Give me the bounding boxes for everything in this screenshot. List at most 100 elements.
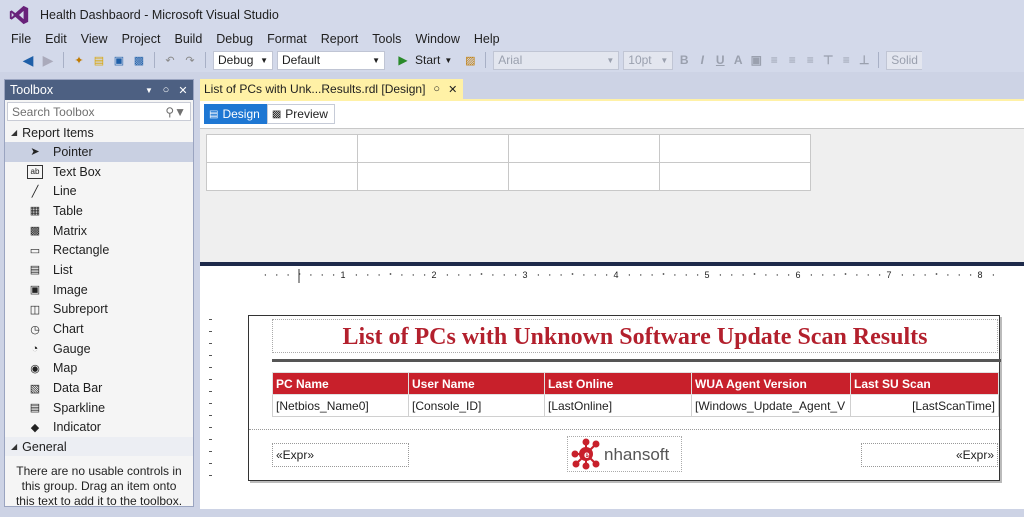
- ruler-tick: [287, 274, 289, 276]
- tool-line[interactable]: ╱ Line: [5, 181, 193, 201]
- align-left-icon[interactable]: ≡: [767, 53, 781, 67]
- grid-cell[interactable]: [357, 162, 509, 191]
- tool-map[interactable]: ◉ Map: [5, 359, 193, 379]
- menu-tools[interactable]: Tools: [365, 30, 408, 48]
- solution-configuration-select[interactable]: Debug ▼: [213, 50, 273, 70]
- pin-icon[interactable]: ○: [433, 83, 440, 95]
- enhansoft-logo-icon: e nhansoft: [571, 438, 669, 470]
- column-header-last-online[interactable]: Last Online: [544, 372, 692, 395]
- align-top-icon[interactable]: ⊤: [821, 53, 835, 67]
- empty-group-message[interactable]: There are no usable controls in this gro…: [5, 456, 193, 517]
- footer-expression-right[interactable]: «Expr»: [861, 443, 998, 467]
- close-icon[interactable]: ✕: [176, 84, 190, 97]
- column-header-last-su-scan[interactable]: Last SU Scan: [850, 372, 999, 395]
- tool-label: Line: [53, 184, 77, 199]
- cell-netbios-name[interactable]: [Netbios_Name0]: [272, 394, 409, 417]
- pane-splitter[interactable]: [200, 262, 1024, 266]
- menu-build[interactable]: Build: [167, 30, 209, 48]
- cell-wua-version[interactable]: [Windows_Update_Agent_V: [691, 394, 851, 417]
- company-logo-image[interactable]: e nhansoft: [567, 436, 682, 472]
- title-divider-line[interactable]: [272, 359, 1001, 362]
- font-family-select[interactable]: Arial ▼: [493, 50, 620, 70]
- footer-expression-left[interactable]: «Expr»: [272, 443, 409, 467]
- attach-icon[interactable]: ▨: [462, 52, 478, 68]
- dropdown-icon[interactable]: ▼: [142, 86, 156, 95]
- align-bottom-icon[interactable]: ⊥: [857, 53, 871, 67]
- report-table[interactable]: PC Name User Name Last Online WUA Agent …: [272, 372, 999, 417]
- italic-icon[interactable]: I: [695, 53, 709, 67]
- cell-last-online[interactable]: [LastOnline]: [544, 394, 692, 417]
- start-play-icon[interactable]: ▶: [395, 52, 411, 68]
- align-middle-icon[interactable]: ≡: [839, 53, 853, 67]
- grid-cell[interactable]: [659, 162, 811, 191]
- report-body[interactable]: List of PCs with Unknown Software Update…: [248, 315, 1001, 481]
- grid-cell[interactable]: [206, 134, 358, 163]
- cell-last-scan-time[interactable]: [LastScanTime]: [850, 394, 999, 417]
- align-right-icon[interactable]: ≡: [803, 53, 817, 67]
- tool-matrix[interactable]: ▩ Matrix: [5, 221, 193, 241]
- open-folder-icon[interactable]: ▤: [91, 52, 107, 68]
- new-project-icon[interactable]: ✦: [71, 52, 87, 68]
- save-icon[interactable]: ▣: [111, 52, 127, 68]
- report-designer: ▤ Design ▩ Preview 12345678 List of PCs …: [200, 99, 1024, 509]
- menu-help[interactable]: Help: [467, 30, 507, 48]
- menu-window[interactable]: Window: [408, 30, 466, 48]
- menu-edit[interactable]: Edit: [38, 30, 74, 48]
- save-all-icon[interactable]: ▩: [131, 52, 147, 68]
- document-tab[interactable]: List of PCs with Unk...Results.rdl [Desi…: [200, 79, 464, 99]
- redo-icon[interactable]: ↷: [182, 52, 198, 68]
- cell-console-id[interactable]: [Console_ID]: [408, 394, 545, 417]
- ruler-tick: [651, 274, 653, 276]
- undo-icon[interactable]: ↶: [162, 52, 178, 68]
- tool-data-bar[interactable]: ▧ Data Bar: [5, 378, 193, 398]
- font-color-icon[interactable]: A: [731, 53, 745, 67]
- forward-icon[interactable]: ▶: [40, 52, 56, 68]
- solution-platform-select[interactable]: Default ▼: [277, 50, 385, 70]
- menu-debug[interactable]: Debug: [209, 30, 260, 48]
- menu-project[interactable]: Project: [115, 30, 168, 48]
- report-title[interactable]: List of PCs with Unknown Software Update…: [272, 319, 998, 353]
- ruler-label: 5: [705, 270, 710, 280]
- menu-file[interactable]: File: [4, 30, 38, 48]
- tool-indicator[interactable]: ◆ Indicator: [5, 418, 193, 438]
- grid-cell[interactable]: [206, 162, 358, 191]
- tool-image[interactable]: ▣ Image: [5, 280, 193, 300]
- map-icon: ◉: [30, 362, 40, 375]
- underline-icon[interactable]: U: [713, 53, 727, 67]
- column-header-wua-version[interactable]: WUA Agent Version: [691, 372, 851, 395]
- chevron-down-icon[interactable]: ▼: [444, 56, 452, 65]
- tab-preview[interactable]: ▩ Preview: [266, 104, 335, 124]
- menu-format[interactable]: Format: [260, 30, 314, 48]
- pin-icon[interactable]: ○: [159, 84, 173, 96]
- grid-cell[interactable]: [357, 134, 509, 163]
- group-general[interactable]: ◢ General: [5, 437, 193, 457]
- column-header-pc-name[interactable]: PC Name: [272, 372, 409, 395]
- tool-pointer[interactable]: ➤ Pointer: [5, 142, 193, 162]
- group-report-items[interactable]: ◢ Report Items: [5, 123, 193, 142]
- menu-view[interactable]: View: [74, 30, 115, 48]
- close-icon[interactable]: ✕: [448, 83, 457, 96]
- bold-icon[interactable]: B: [677, 53, 691, 67]
- menu-report[interactable]: Report: [314, 30, 366, 48]
- grid-cell[interactable]: [508, 162, 660, 191]
- grid-cell[interactable]: [508, 134, 660, 163]
- start-button[interactable]: Start: [415, 53, 440, 67]
- tool-subreport[interactable]: ◫ Subreport: [5, 300, 193, 320]
- tool-list[interactable]: ▤ List: [5, 260, 193, 280]
- border-style-select[interactable]: Solid: [886, 50, 923, 70]
- back-icon[interactable]: ◀: [20, 52, 36, 68]
- background-color-icon[interactable]: ▣: [749, 53, 763, 67]
- group-label: Report Items: [22, 125, 94, 140]
- tool-text-box[interactable]: ab Text Box: [5, 162, 193, 182]
- tool-gauge[interactable]: ◔ Gauge: [5, 339, 193, 359]
- tool-table[interactable]: ▦ Table: [5, 201, 193, 221]
- tool-rectangle[interactable]: ▭ Rectangle: [5, 240, 193, 260]
- tab-design[interactable]: ▤ Design: [204, 104, 267, 124]
- align-center-icon[interactable]: ≡: [785, 53, 799, 67]
- search-input[interactable]: Search Toolbox ⚲▼: [7, 102, 191, 121]
- tool-sparkline[interactable]: ▤ Sparkline: [5, 398, 193, 418]
- font-size-select[interactable]: 10pt ▼: [623, 50, 674, 70]
- column-header-user-name[interactable]: User Name: [408, 372, 545, 395]
- tool-chart[interactable]: ◷ Chart: [5, 319, 193, 339]
- grid-cell[interactable]: [659, 134, 811, 163]
